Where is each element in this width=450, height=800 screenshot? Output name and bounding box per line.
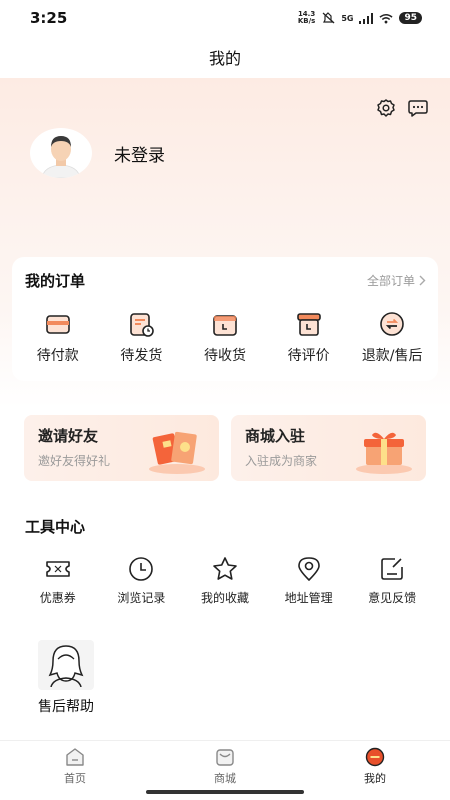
merchant-join-banner[interactable]: 商城入驻 入驻成为商家 (231, 415, 426, 481)
tool-favorites[interactable]: 我的收藏 (183, 555, 267, 606)
shipping-icon (130, 313, 155, 337)
tool-label: 优惠券 (39, 591, 76, 605)
network-speed: 14.3 KB/s (298, 11, 315, 25)
hero-toolbar (376, 98, 428, 118)
status-bar: 3:25 14.3 KB/s 5G 95 (0, 0, 450, 36)
coupon-icon (45, 561, 70, 577)
order-item-label: 待收货 (203, 348, 246, 364)
avatar[interactable] (30, 128, 92, 178)
network-type: 5G (341, 13, 354, 23)
page-title: 我的 (208, 49, 241, 68)
order-pending-receipt[interactable]: 待收货 (183, 309, 267, 365)
tool-coupons[interactable]: 优惠券 (16, 555, 100, 606)
tool-address-management[interactable]: 地址管理 (267, 555, 351, 606)
order-pending-review[interactable]: 待评价 (267, 309, 351, 365)
all-orders-link[interactable]: 全部订单 (367, 272, 426, 289)
after-sales-help[interactable]: 售后帮助 (30, 640, 102, 716)
orders-header: 我的订单 全部订单 (12, 257, 438, 291)
tool-label: 浏览记录 (117, 591, 166, 605)
receive-box-icon (213, 315, 237, 336)
invite-friends-banner[interactable]: 邀请好友 邀好友得好礼 (24, 415, 219, 481)
promo-banners: 邀请好友 邀好友得好礼 商城入驻 入驻成为商家 (12, 405, 438, 493)
profile-login-area[interactable]: 未登录 (30, 128, 165, 178)
tab-label: 我的 (364, 772, 386, 785)
tab-home[interactable]: 首页 (25, 747, 125, 800)
tools-title: 工具中心 (25, 517, 86, 536)
chevron-right-icon (419, 275, 426, 285)
my-orders-card: 我的订单 全部订单 待付款 待发货 待收货 待评价 退款/售后 (12, 257, 438, 381)
order-pending-payment[interactable]: 待付款 (16, 309, 100, 365)
order-pending-shipment[interactable]: 待发货 (100, 309, 184, 365)
tool-feedback[interactable]: 意见反馈 (350, 555, 434, 606)
status-icons: 14.3 KB/s 5G 95 (298, 11, 422, 25)
signal-icon (359, 12, 374, 24)
message-button[interactable] (408, 98, 428, 118)
page-header: 我的 (0, 36, 450, 78)
tool-label: 意见反馈 (368, 591, 417, 605)
mute-icon (321, 12, 335, 24)
tool-label: 地址管理 (284, 591, 333, 605)
help-label: 售后帮助 (38, 699, 94, 715)
battery-indicator: 95 (399, 12, 422, 24)
message-icon (408, 100, 428, 117)
profile-tab-icon (365, 747, 385, 767)
network-speed-unit: KB/s (297, 17, 316, 25)
tool-center-card: 工具中心 优惠券 浏览记录 我的收藏 地址管理 意见反馈 (12, 503, 438, 621)
order-item-label: 待付款 (36, 348, 79, 364)
login-status-text[interactable]: 未登录 (114, 141, 165, 166)
customer-service-icon (48, 645, 84, 687)
customer-service-avatar (38, 640, 94, 690)
all-orders-label: 全部订单 (366, 273, 415, 288)
order-item-label: 待发货 (120, 348, 163, 364)
wallet-icon (45, 315, 70, 334)
tool-label: 我的收藏 (200, 591, 249, 605)
star-icon (213, 557, 237, 580)
tab-mine[interactable]: 我的 (325, 747, 425, 800)
shop-icon (216, 749, 234, 766)
tab-label: 首页 (64, 772, 86, 785)
gift-envelope-icon (149, 431, 205, 474)
clock-icon (129, 557, 154, 581)
tools-header: 工具中心 (12, 503, 438, 537)
gear-icon (377, 99, 395, 117)
feedback-icon (381, 558, 403, 580)
order-refund-aftersale[interactable]: 退款/售后 (350, 309, 434, 365)
review-box-icon (296, 313, 321, 336)
orders-title: 我的订单 (25, 271, 86, 290)
settings-button[interactable] (376, 98, 396, 118)
location-icon (297, 557, 320, 581)
order-item-label: 待评价 (287, 348, 330, 364)
order-item-label: 退款/售后 (361, 348, 423, 364)
status-time: 3:25 (30, 9, 68, 27)
wifi-icon (379, 12, 393, 24)
home-icon (66, 748, 84, 766)
gift-box-icon (356, 432, 412, 474)
tool-browse-history[interactable]: 浏览记录 (100, 555, 184, 606)
default-avatar-icon (41, 136, 81, 178)
refund-icon (380, 312, 404, 336)
home-indicator (146, 790, 304, 794)
tab-label: 商城 (214, 772, 236, 785)
tools-row: 优惠券 浏览记录 我的收藏 地址管理 意见反馈 (12, 537, 438, 606)
order-status-row: 待付款 待发货 待收货 待评价 退款/售后 (12, 291, 438, 365)
